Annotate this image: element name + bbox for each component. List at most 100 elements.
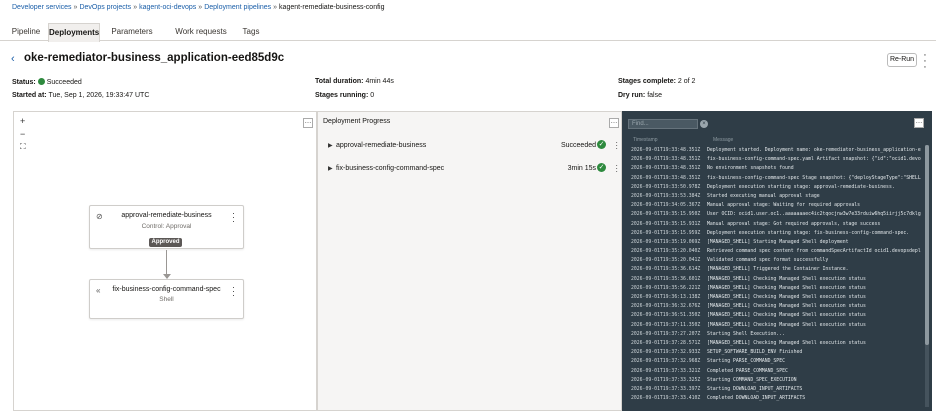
stage-menu-icon[interactable]: · · · bbox=[232, 209, 235, 226]
progress-stage-status: 3min 15s bbox=[567, 165, 596, 172]
breadcrumb: Developer services» DevOps projects» kagen… bbox=[12, 4, 385, 11]
log-line: 2026-09-01T19:35:20.040Z Retrieved comman… bbox=[631, 247, 921, 256]
row-menu-icon[interactable]: · · · bbox=[615, 139, 618, 153]
log-message: Completed PARSE_COMMAND_SPEC bbox=[707, 368, 788, 374]
dry-run-label: Dry run: bbox=[618, 92, 646, 99]
started-field: Started at: Tue, Sep 1, 2026, 19:33:47 U… bbox=[12, 92, 149, 99]
log-timestamp: 2026-09-01T19:37:33.410Z bbox=[631, 396, 701, 402]
log-timestamp: 2026-09-01T19:37:27.207Z bbox=[631, 331, 701, 337]
row-menu-icon[interactable]: · · · bbox=[615, 162, 618, 176]
duration-label: Total duration: bbox=[315, 78, 364, 85]
tab-deployments[interactable]: Deployments bbox=[48, 23, 100, 42]
log-find-input[interactable]: Find... bbox=[628, 119, 698, 129]
stage-name: fix-business-config-command-spec bbox=[112, 286, 221, 293]
log-scrollbar[interactable] bbox=[925, 145, 929, 407]
log-line: 2026-09-01T19:37:32.933Z SETUP_SOFTWARE_B… bbox=[631, 348, 921, 357]
stage-menu-icon[interactable]: · · · bbox=[232, 283, 235, 300]
log-timestamp: 2026-09-01T19:35:36.614Z bbox=[631, 267, 701, 273]
tab-parameters[interactable]: Parameters bbox=[104, 23, 160, 41]
stage-card-approval[interactable]: ⊘ approval-remediate-business Control: A… bbox=[89, 205, 244, 249]
log-line: 2026-09-01T19:35:56.221Z [MANAGED_SHELL] … bbox=[631, 284, 921, 293]
duration-value: 4min 44s bbox=[365, 78, 394, 85]
log-message: [MANAGED_SHELL] Checking Managed Shell e… bbox=[707, 322, 866, 328]
status-label: Status: bbox=[12, 79, 36, 86]
log-message: Starting Shell Execution... bbox=[707, 331, 785, 337]
progress-stage-name: fix-business-config-command-spec bbox=[336, 165, 445, 172]
log-message: User OCID: ocid1.user.oc1..aaaaaaaec4ic2… bbox=[707, 212, 921, 218]
log-message: [MANAGED_SHELL] Checking Managed Shell e… bbox=[707, 276, 866, 282]
log-message: Deployment execution starting stage: fix… bbox=[707, 230, 910, 236]
clear-find-icon[interactable]: × bbox=[700, 120, 708, 128]
breadcrumb-developer-services[interactable]: Developer services bbox=[12, 4, 72, 11]
log-timestamp: 2026-09-01T19:34:05.367Z bbox=[631, 203, 701, 209]
progress-stage-name: approval-remediate-business bbox=[336, 142, 427, 149]
breadcrumb-project[interactable]: kagent-oci-devops bbox=[139, 4, 196, 11]
tab-bar: Pipeline Deployments Parameters Work req… bbox=[0, 23, 936, 42]
breadcrumb-current-pipeline: kagent-remediate-business-config bbox=[279, 4, 385, 11]
log-panel-menu-icon[interactable]: … bbox=[914, 118, 924, 128]
progress-row[interactable]: ▶ approval-remediate-business Succeeded … bbox=[328, 139, 618, 156]
tab-work-requests[interactable]: Work requests bbox=[172, 23, 230, 41]
log-line: 2026-09-01T19:33:50.978Z Deployment execu… bbox=[631, 183, 921, 192]
stage-card-shell[interactable]: « fix-business-config-command-spec Shell… bbox=[89, 279, 244, 319]
back-chevron-icon[interactable]: ‹ bbox=[11, 53, 15, 65]
expand-caret-icon[interactable]: ▶ bbox=[328, 165, 333, 172]
breadcrumb-separator: » bbox=[133, 4, 138, 11]
breadcrumb-deployment-pipelines[interactable]: Deployment pipelines bbox=[204, 4, 271, 11]
log-line: 2026-09-01T19:37:11.350Z [MANAGED_SHELL] … bbox=[631, 321, 921, 330]
tab-pipeline[interactable]: Pipeline bbox=[8, 23, 44, 41]
expand-caret-icon[interactable]: ▶ bbox=[328, 142, 333, 149]
log-line: 2026-09-01T19:35:36.614Z [MANAGED_SHELL] … bbox=[631, 265, 921, 274]
page-title: oke-remediator-business_application-eed8… bbox=[24, 52, 285, 64]
log-timestamp: 2026-09-01T19:33:48.351Z bbox=[631, 157, 701, 163]
log-timestamp: 2026-09-01T19:33:48.351Z bbox=[631, 148, 701, 153]
log-column-timestamp: Timestamp bbox=[633, 137, 658, 143]
log-timestamp: 2026-09-01T19:37:32.933Z bbox=[631, 350, 701, 356]
dry-run-value: false bbox=[647, 92, 662, 99]
stages-running-label: Stages running: bbox=[315, 92, 369, 99]
progress-panel-menu-icon[interactable]: … bbox=[609, 118, 619, 128]
breadcrumb-devops-projects[interactable]: DevOps projects bbox=[79, 4, 131, 11]
log-line: 2026-09-01T19:37:33.325Z Starting COMMAND… bbox=[631, 376, 921, 385]
log-message: Started executing manual approval stage bbox=[707, 193, 820, 199]
progress-stage-status: Succeeded bbox=[560, 142, 596, 149]
zoom-in-icon[interactable]: + bbox=[20, 116, 25, 126]
log-timestamp: 2026-09-01T19:36:32.676Z bbox=[631, 304, 701, 310]
stages-complete-value: 2 of 2 bbox=[677, 78, 696, 85]
log-message: Manual approval stage: Got required appr… bbox=[707, 221, 881, 227]
status-field: Status: Succeeded bbox=[12, 78, 82, 86]
log-line: 2026-09-01T19:33:48.351Z fix-business-con… bbox=[631, 174, 921, 183]
log-line: 2026-09-01T19:37:28.571Z [MANAGED_SHELL] … bbox=[631, 339, 921, 348]
log-line: 2026-09-01T19:35:36.601Z [MANAGED_SHELL] … bbox=[631, 275, 921, 284]
rerun-button[interactable]: Re-Run bbox=[887, 53, 917, 67]
log-message: fix-business-config-command-spec.yaml Ar… bbox=[707, 157, 921, 163]
log-message: [MANAGED_SHELL] Starting Managed Shell d… bbox=[707, 239, 849, 245]
deployment-progress-panel: Deployment Progress … ▶ approval-remedia… bbox=[317, 111, 622, 411]
log-timestamp: 2026-09-01T19:35:56.221Z bbox=[631, 285, 701, 291]
graph-panel-menu-icon[interactable]: … bbox=[303, 118, 313, 128]
log-message: No environment snapshots found bbox=[707, 166, 794, 172]
log-message: SETUP_SOFTWARE_BUILD_ENV Finished bbox=[707, 350, 803, 356]
connector-line bbox=[166, 250, 167, 275]
status-success-icon bbox=[37, 78, 45, 85]
progress-row[interactable]: ▶ fix-business-config-command-spec 3min … bbox=[328, 162, 618, 179]
log-line: 2026-09-01T19:37:33.410Z Completed DOWNLO… bbox=[631, 394, 921, 403]
log-message: Deployment started. Deployment name: oke… bbox=[707, 148, 921, 153]
fit-view-icon[interactable]: ⛶ bbox=[20, 142, 26, 152]
deployment-progress-title: Deployment Progress bbox=[323, 118, 391, 125]
duration-field: Total duration: 4min 44s bbox=[315, 78, 394, 85]
log-timestamp: 2026-09-01T19:37:28.571Z bbox=[631, 340, 701, 346]
zoom-out-icon[interactable]: − bbox=[20, 129, 25, 139]
log-timestamp: 2026-09-01T19:36:13.138Z bbox=[631, 295, 701, 300]
log-timestamp: 2026-09-01T19:35:36.601Z bbox=[631, 276, 701, 282]
log-scrollbar-thumb[interactable] bbox=[925, 145, 929, 345]
more-actions-icon[interactable]: · · · bbox=[922, 50, 928, 73]
log-message: Completed DOWNLOAD_INPUT_ARTIFACTS bbox=[707, 396, 806, 402]
log-message: [MANAGED_SHELL] Checking Managed Shell e… bbox=[707, 285, 866, 291]
log-message: [MANAGED_SHELL] Checking Managed Shell e… bbox=[707, 295, 866, 300]
tab-tags[interactable]: Tags bbox=[238, 23, 264, 41]
stages-complete-label: Stages complete: bbox=[618, 78, 676, 85]
log-timestamp: 2026-09-01T19:37:32.968Z bbox=[631, 359, 701, 365]
log-line: 2026-09-01T19:34:05.367Z Manual approval … bbox=[631, 201, 921, 210]
log-line: 2026-09-01T19:33:48.351Z Deployment start… bbox=[631, 146, 921, 155]
